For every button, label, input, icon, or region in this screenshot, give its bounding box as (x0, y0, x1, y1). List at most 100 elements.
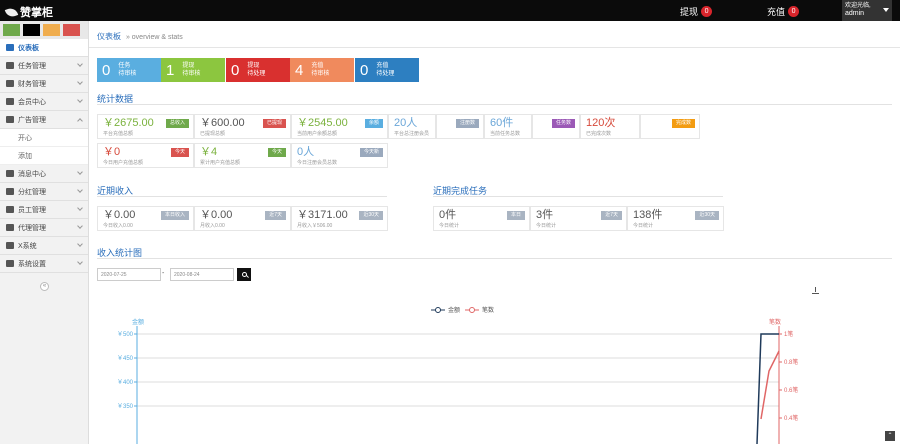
stat-card: 完成数 (640, 114, 700, 139)
card-tag[interactable]: 今天 (267, 148, 286, 157)
stat-tile[interactable]: 0 充值 待处理 (355, 58, 419, 82)
chevron-icon (77, 169, 83, 175)
sidebar-item[interactable]: 财务管理 (0, 75, 88, 93)
stat-card: 60件当前任务总数 (484, 114, 532, 139)
sidebar-item-label: 员工管理 (18, 206, 46, 214)
card-value: 60件 (490, 117, 514, 129)
tile-label-line1: 充值 (311, 63, 324, 69)
card-tag[interactable]: 近7天 (265, 211, 286, 220)
tile-number: 0 (102, 61, 111, 79)
legend-label: 金额 (448, 306, 460, 314)
sidebar-item-label: 消息中心 (18, 170, 46, 178)
menu-icon (6, 224, 14, 231)
card-tag[interactable]: 已提现 (262, 119, 286, 128)
sidebar-subitem[interactable]: 添加 (0, 147, 88, 165)
card-tag[interactable]: 近7天 (601, 211, 622, 220)
card-caption: 今日统计 (633, 223, 654, 229)
right-tick-label: 1笔 (784, 330, 793, 338)
sidebar-item[interactable]: 分红管理 (0, 183, 88, 201)
edit-shortcut-icon[interactable] (23, 24, 40, 36)
card-caption: 今日收入0.00 (103, 223, 133, 229)
divider (433, 196, 723, 197)
card-caption: 平台总注册会员 (394, 131, 430, 137)
sidebar-item-label: 代理管理 (18, 224, 46, 232)
sidebar-item[interactable]: 仪表板 (0, 39, 88, 57)
tile-label-line1: 充值 (376, 63, 389, 69)
chevron-icon (77, 205, 83, 211)
sidebar-item[interactable]: 员工管理 (0, 201, 88, 219)
sidebar-subitem[interactable]: 开心 (0, 129, 88, 147)
card-caption: 当前任务总数 (490, 131, 521, 137)
card-tag[interactable]: 近30天 (695, 211, 719, 220)
card-tag[interactable]: 任务数 (551, 119, 575, 128)
recharge-notice[interactable]: 充值 0 (767, 5, 800, 18)
card-tag[interactable]: 近30天 (359, 211, 383, 220)
tile-label-line2: 待审核 (118, 71, 137, 77)
series-line-count (760, 350, 780, 420)
sidebar: 仪表板任务管理财务管理会员中心广告管理 开心 添加消息中心分红管理员工管理代理管理 X… (0, 21, 89, 444)
stat-tile[interactable]: 1 提现 待审核 (161, 58, 225, 82)
card-caption: 累计用户充值总额 (200, 160, 241, 166)
sidebar-item[interactable]: X系统 (0, 237, 88, 255)
tile-label-line2: 待处理 (247, 71, 266, 77)
menu-icon (6, 98, 14, 105)
sidebar-item[interactable]: 任务管理 (0, 57, 88, 75)
stat-card: 120次 已完成次数 (580, 114, 640, 139)
menu-icon (6, 62, 14, 69)
tile-label: 充值 待处理 (376, 62, 394, 78)
card-value: 20人 (394, 117, 418, 129)
stat-card: ￥600.00 已提现总额 已提现 (194, 114, 291, 139)
card-tag[interactable]: 总收入 (165, 119, 189, 128)
collapse-sidebar-icon[interactable]: « (40, 282, 49, 291)
user-menu[interactable]: 欢迎光临, admin (842, 0, 892, 21)
app-logo[interactable]: 赞掌柜 (4, 4, 53, 20)
sidebar-item-label: X系统 (18, 242, 37, 250)
date-separator: - (162, 270, 165, 277)
stat-tile[interactable]: 4 充值 待审核 (290, 58, 354, 82)
tile-label: 充值 待审核 (311, 62, 329, 78)
sidebar-item[interactable]: 广告管理 (0, 111, 88, 129)
left-tick-label: ￥450 (117, 355, 134, 362)
sidebar-item[interactable]: 代理管理 (0, 219, 88, 237)
card-caption: 今日注册会员总数 (297, 160, 338, 166)
card-tag[interactable]: 本日 (506, 211, 525, 220)
card-tag[interactable]: 完成数 (671, 119, 695, 128)
tile-label: 提现 待处理 (247, 62, 265, 78)
sidebar-item-label: 会员中心 (18, 98, 46, 106)
withdraw-label: 提现 (680, 7, 699, 17)
card-tag[interactable]: 注册数 (455, 119, 479, 128)
divider (97, 258, 892, 259)
chevron-icon (77, 259, 83, 265)
home-shortcut-icon[interactable] (3, 24, 20, 36)
scroll-top-button[interactable]: ⌃ (885, 431, 895, 441)
stat-card: 0人 今日注册会员总数 今天新 (291, 143, 388, 168)
card-tag[interactable]: 今天新 (359, 148, 383, 157)
search-icon (241, 272, 247, 277)
tile-label-line1: 提现 (182, 63, 195, 69)
menu-icon (6, 242, 14, 249)
card-tag[interactable]: 今天 (170, 148, 189, 157)
users-shortcut-icon[interactable] (43, 24, 60, 36)
stat-tile[interactable]: 0 提现 待处理 (226, 58, 290, 82)
stat-card: 138件 今日统计 近30天 (627, 206, 724, 231)
withdraw-notice[interactable]: 提现 0 (680, 5, 713, 18)
card-tag[interactable]: 余额 (364, 119, 383, 128)
sidebar-item[interactable]: 系统设置 (0, 255, 88, 273)
stat-tile[interactable]: 0 任务待审核 (97, 58, 161, 82)
card-tag[interactable]: 本日收入 (160, 211, 189, 220)
chevron-icon (77, 241, 83, 247)
bell-shortcut-icon[interactable] (63, 24, 80, 36)
sidebar-item[interactable]: 消息中心 (0, 165, 88, 183)
right-tick-label: 0.6笔 (784, 386, 798, 394)
tile-label-line1: 任务 (118, 63, 131, 69)
card-caption: 月收入0.00 (200, 223, 225, 229)
sidebar-item-label: 任务管理 (18, 62, 46, 70)
breadcrumb-title[interactable]: 仪表板 (97, 32, 121, 41)
chevron-icon (77, 118, 83, 124)
divider (89, 47, 900, 48)
menu-icon (6, 116, 14, 123)
sidebar-item[interactable]: 会员中心 (0, 93, 88, 111)
card-value: 120次 (586, 117, 616, 129)
right-axis-label: 笔数 (769, 318, 781, 326)
divider (97, 104, 892, 105)
